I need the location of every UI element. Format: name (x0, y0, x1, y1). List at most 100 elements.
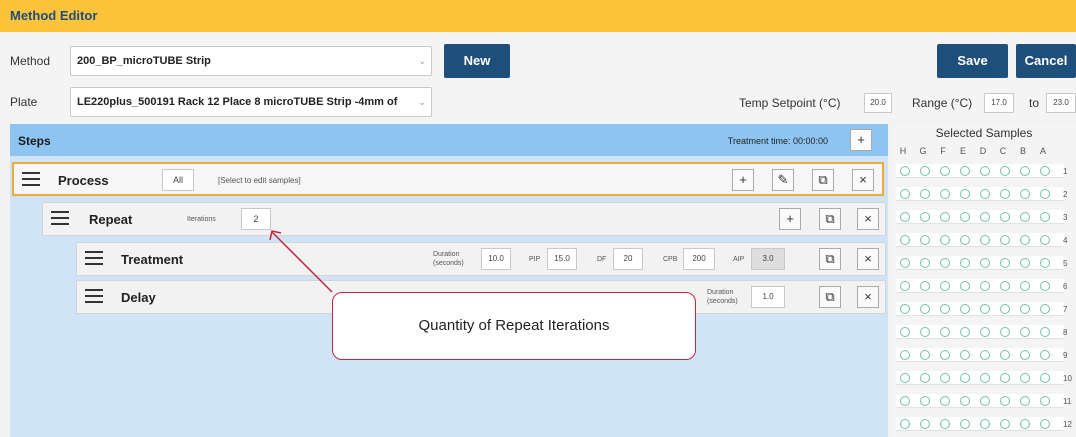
sample-well[interactable] (980, 235, 990, 245)
sample-well[interactable] (1020, 235, 1030, 245)
sample-well[interactable] (920, 212, 930, 222)
sample-row-number[interactable]: 5 (1063, 259, 1067, 268)
sample-well[interactable] (980, 396, 990, 406)
sample-row-number[interactable]: 2 (1063, 190, 1067, 199)
sample-well[interactable] (1040, 281, 1050, 291)
sample-well[interactable] (920, 258, 930, 268)
sample-well[interactable] (980, 212, 990, 222)
sample-well[interactable] (920, 350, 930, 360)
sample-column-header[interactable]: D (976, 146, 990, 156)
sample-well[interactable] (920, 327, 930, 337)
sample-well[interactable] (900, 189, 910, 199)
sample-well[interactable] (900, 166, 910, 176)
sample-well[interactable] (940, 258, 950, 268)
sample-row-number[interactable]: 1 (1063, 167, 1067, 176)
sample-well[interactable] (960, 281, 970, 291)
sample-well[interactable] (900, 350, 910, 360)
sample-well[interactable] (1000, 166, 1010, 176)
sample-well[interactable] (960, 396, 970, 406)
sample-well[interactable] (980, 189, 990, 199)
sample-well[interactable] (920, 304, 930, 314)
sample-well[interactable] (1020, 327, 1030, 337)
sample-well[interactable] (1040, 166, 1050, 176)
sample-well[interactable] (900, 281, 910, 291)
sample-well[interactable] (980, 350, 990, 360)
sample-well[interactable] (1020, 189, 1030, 199)
sample-well[interactable] (1000, 327, 1010, 337)
sample-row-number[interactable]: 7 (1063, 305, 1067, 314)
sample-well[interactable] (980, 304, 990, 314)
sample-well[interactable] (1020, 396, 1030, 406)
sample-well[interactable] (1040, 189, 1050, 199)
sample-well[interactable] (1040, 373, 1050, 383)
sample-well[interactable] (920, 281, 930, 291)
sample-well[interactable] (980, 166, 990, 176)
sample-well[interactable] (1000, 258, 1010, 268)
sample-row-number[interactable]: 12 (1063, 420, 1072, 429)
sample-well[interactable] (1020, 281, 1030, 291)
sample-row-number[interactable]: 10 (1063, 374, 1072, 383)
sample-well[interactable] (1020, 212, 1030, 222)
sample-well[interactable] (920, 166, 930, 176)
sample-well[interactable] (1000, 396, 1010, 406)
sample-column-header[interactable]: F (936, 146, 950, 156)
sample-well[interactable] (1000, 304, 1010, 314)
sample-well[interactable] (960, 166, 970, 176)
sample-well[interactable] (1000, 373, 1010, 383)
sample-well[interactable] (960, 419, 970, 429)
sample-well[interactable] (960, 235, 970, 245)
sample-well[interactable] (1040, 396, 1050, 406)
sample-well[interactable] (940, 189, 950, 199)
sample-well[interactable] (1020, 373, 1030, 383)
sample-well[interactable] (940, 212, 950, 222)
sample-well[interactable] (1000, 281, 1010, 291)
sample-well[interactable] (1000, 419, 1010, 429)
sample-well[interactable] (960, 373, 970, 383)
sample-well[interactable] (1000, 212, 1010, 222)
sample-column-header[interactable]: B (1016, 146, 1030, 156)
sample-well[interactable] (1020, 419, 1030, 429)
sample-well[interactable] (900, 373, 910, 383)
sample-well[interactable] (920, 419, 930, 429)
sample-well[interactable] (980, 258, 990, 268)
sample-well[interactable] (980, 281, 990, 291)
sample-well[interactable] (1000, 235, 1010, 245)
sample-well[interactable] (940, 350, 950, 360)
sample-well[interactable] (940, 166, 950, 176)
sample-well[interactable] (940, 235, 950, 245)
sample-well[interactable] (1020, 350, 1030, 360)
sample-well[interactable] (900, 396, 910, 406)
sample-well[interactable] (960, 350, 970, 360)
sample-well[interactable] (980, 327, 990, 337)
sample-well[interactable] (900, 304, 910, 314)
sample-well[interactable] (960, 304, 970, 314)
sample-well[interactable] (1040, 350, 1050, 360)
sample-well[interactable] (920, 235, 930, 245)
sample-well[interactable] (1040, 235, 1050, 245)
sample-column-header[interactable]: G (916, 146, 930, 156)
sample-well[interactable] (940, 419, 950, 429)
sample-well[interactable] (1040, 258, 1050, 268)
sample-column-header[interactable]: A (1036, 146, 1050, 156)
sample-row-number[interactable]: 4 (1063, 236, 1067, 245)
sample-row-number[interactable]: 8 (1063, 328, 1067, 337)
sample-row-number[interactable]: 9 (1063, 351, 1067, 360)
sample-well[interactable] (980, 419, 990, 429)
sample-well[interactable] (1020, 166, 1030, 176)
sample-well[interactable] (920, 189, 930, 199)
sample-well[interactable] (900, 419, 910, 429)
sample-well[interactable] (1040, 419, 1050, 429)
sample-well[interactable] (1040, 304, 1050, 314)
sample-column-header[interactable]: H (896, 146, 910, 156)
sample-row-number[interactable]: 11 (1063, 397, 1071, 406)
sample-well[interactable] (960, 327, 970, 337)
sample-row-number[interactable]: 3 (1063, 213, 1067, 222)
sample-well[interactable] (960, 189, 970, 199)
sample-well[interactable] (960, 212, 970, 222)
sample-well[interactable] (900, 235, 910, 245)
sample-well[interactable] (1040, 327, 1050, 337)
sample-well[interactable] (940, 396, 950, 406)
sample-well[interactable] (960, 258, 970, 268)
sample-well[interactable] (980, 373, 990, 383)
sample-well[interactable] (1000, 189, 1010, 199)
